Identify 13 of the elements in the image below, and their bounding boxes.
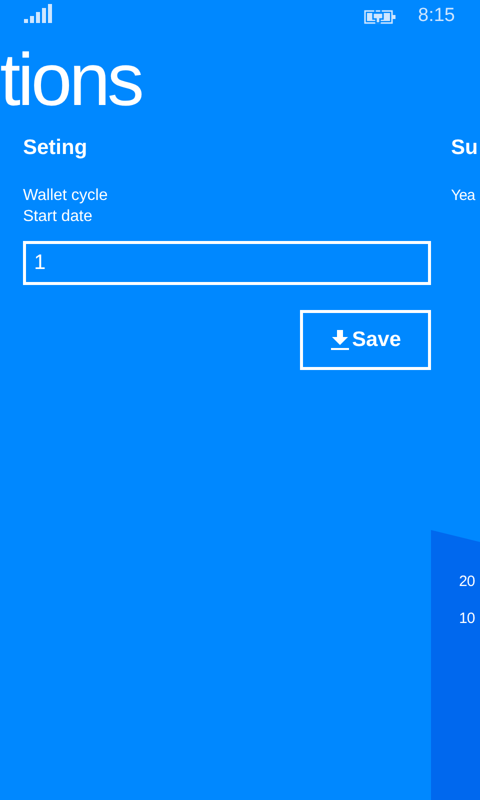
clock-time: 8:15 (418, 5, 455, 27)
download-icon (330, 330, 350, 350)
page-title: tions (0, 37, 142, 123)
section-heading: Su (451, 136, 478, 160)
row-label: Yea (451, 186, 475, 206)
section-heading: Seting (23, 136, 88, 160)
input-field[interactable]: 1 (23, 241, 431, 285)
battery-charging-icon (364, 8, 396, 24)
signal-icon (24, 4, 54, 22)
panel-value: 20 (459, 572, 476, 592)
save-button[interactable]: Save (300, 310, 431, 370)
panel-value: 10 (459, 609, 476, 629)
field-label: Wallet cycle Start date (23, 186, 109, 227)
